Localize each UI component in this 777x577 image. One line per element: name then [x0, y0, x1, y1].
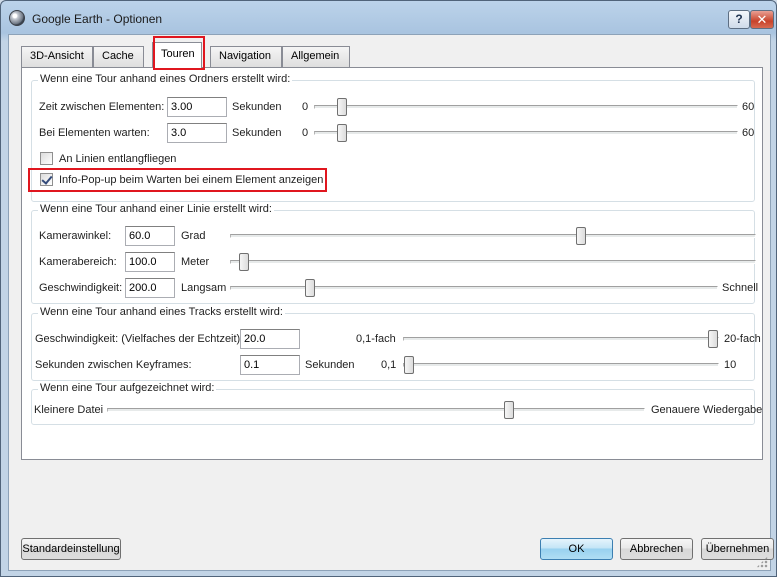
- time-between-unit: Sekunden: [232, 101, 282, 113]
- cancel-button[interactable]: Abbrechen: [620, 538, 693, 560]
- restore-defaults-button[interactable]: Standardeinstellung: [21, 538, 121, 560]
- keyframes-min: 0,1: [381, 359, 397, 371]
- line-tour-group: Wenn eine Tour anhand einer Linie erstel…: [31, 203, 759, 304]
- line-speed-max: Schnell: [722, 282, 759, 294]
- wait-at-slider-thumb[interactable]: [337, 124, 347, 142]
- record-quality-max: Genauere Wiedergabe: [651, 404, 763, 416]
- track-speed-label: Geschwindigkeit: (Vielfaches der Echtzei…: [35, 333, 241, 345]
- tours-tab-panel: Wenn eine Tour anhand eines Ordners erst…: [21, 67, 763, 460]
- group-title: Wenn eine Tour anhand eines Tracks erste…: [38, 306, 285, 318]
- keyframes-unit: Sekunden: [305, 359, 355, 371]
- record-quality-min: Kleinere Datei: [34, 404, 104, 416]
- camera-range-slider-thumb[interactable]: [239, 253, 249, 271]
- tab-cache[interactable]: Cache: [93, 46, 144, 67]
- tab-3d-view[interactable]: 3D-Ansicht: [21, 46, 93, 67]
- apply-button[interactable]: Übernehmen: [701, 538, 774, 560]
- fly-along-lines-label[interactable]: An Linien entlangfliegen: [59, 153, 176, 165]
- camera-range-input[interactable]: 100.0: [125, 252, 175, 272]
- close-button[interactable]: ✕: [750, 10, 774, 29]
- group-title: Wenn eine Tour anhand eines Ordners erst…: [38, 73, 293, 85]
- track-speed-max: 20-fach: [724, 333, 761, 345]
- camera-angle-label: Kamerawinkel:: [39, 230, 112, 242]
- keyframes-label: Sekunden zwischen Keyframes:: [35, 359, 192, 371]
- fly-along-lines-checkbox[interactable]: [40, 152, 53, 165]
- camera-angle-input[interactable]: 60.0: [125, 226, 175, 246]
- time-between-slider-thumb[interactable]: [337, 98, 347, 116]
- keyframes-slider-thumb[interactable]: [404, 356, 414, 374]
- track-speed-slider-track[interactable]: [403, 337, 719, 341]
- wait-at-slider-track[interactable]: [314, 131, 738, 135]
- dialog-client-area: 3D-Ansicht Cache Touren Navigation Allge…: [8, 34, 774, 571]
- line-speed-min: Langsam: [181, 282, 227, 294]
- group-title: Wenn eine Tour aufgezeichnet wird:: [38, 382, 217, 394]
- google-earth-icon: [9, 10, 25, 26]
- ok-button[interactable]: OK: [540, 538, 613, 560]
- camera-angle-slider-thumb[interactable]: [576, 227, 586, 245]
- line-speed-slider-track[interactable]: [230, 286, 718, 290]
- folder-tour-group: Wenn eine Tour anhand eines Ordners erst…: [28, 73, 755, 202]
- camera-range-slider-track[interactable]: [230, 260, 756, 264]
- line-speed-label: Geschwindigkeit:: [39, 282, 123, 294]
- options-dialog: Google Earth - Optionen ? ✕ 3D-Ansicht C…: [0, 0, 777, 577]
- time-between-input[interactable]: 3.00: [167, 97, 227, 117]
- track-tour-group: Wenn eine Tour anhand eines Tracks erste…: [31, 306, 761, 381]
- wait-at-label: Bei Elementen warten:: [39, 127, 150, 139]
- record-quality-slider-track[interactable]: [107, 408, 645, 412]
- show-popup-checkbox[interactable]: [40, 173, 53, 186]
- time-between-slider-track[interactable]: [314, 105, 738, 109]
- wait-at-input[interactable]: 3.0: [167, 123, 227, 143]
- wait-at-max: 60: [742, 127, 755, 139]
- camera-range-label: Kamerabereich:: [39, 256, 117, 268]
- record-quality-slider-thumb[interactable]: [504, 401, 514, 419]
- help-button[interactable]: ?: [728, 10, 750, 29]
- window-title: Google Earth - Optionen: [32, 12, 163, 26]
- tab-general[interactable]: Allgemein: [282, 46, 350, 67]
- camera-angle-unit: Grad: [181, 230, 206, 242]
- track-speed-min: 0,1-fach: [356, 333, 396, 345]
- camera-angle-slider-track[interactable]: [230, 234, 756, 238]
- time-between-max: 60: [742, 101, 755, 113]
- tab-navigation[interactable]: Navigation: [210, 46, 282, 67]
- track-speed-input[interactable]: 20.0: [240, 329, 300, 349]
- record-tour-group: Wenn eine Tour aufgezeichnet wird: Klein…: [31, 382, 762, 425]
- track-speed-slider-thumb[interactable]: [708, 330, 718, 348]
- show-popup-label[interactable]: Info-Pop-up beim Warten bei einem Elemen…: [59, 174, 323, 186]
- keyframes-input[interactable]: 0.1: [240, 355, 300, 375]
- wait-at-unit: Sekunden: [232, 127, 282, 139]
- wait-at-min: 0: [302, 127, 309, 139]
- line-speed-slider-thumb[interactable]: [305, 279, 315, 297]
- group-title: Wenn eine Tour anhand einer Linie erstel…: [38, 203, 274, 215]
- title-bar[interactable]: Google Earth - Optionen ? ✕: [1, 1, 776, 35]
- line-speed-input[interactable]: 200.0: [125, 278, 175, 298]
- keyframes-max: 10: [724, 359, 737, 371]
- time-between-min: 0: [302, 101, 309, 113]
- keyframes-slider-track[interactable]: [403, 363, 719, 367]
- camera-range-unit: Meter: [181, 256, 210, 268]
- tab-tours-highlight: [153, 36, 205, 70]
- time-between-label: Zeit zwischen Elementen:: [39, 101, 165, 113]
